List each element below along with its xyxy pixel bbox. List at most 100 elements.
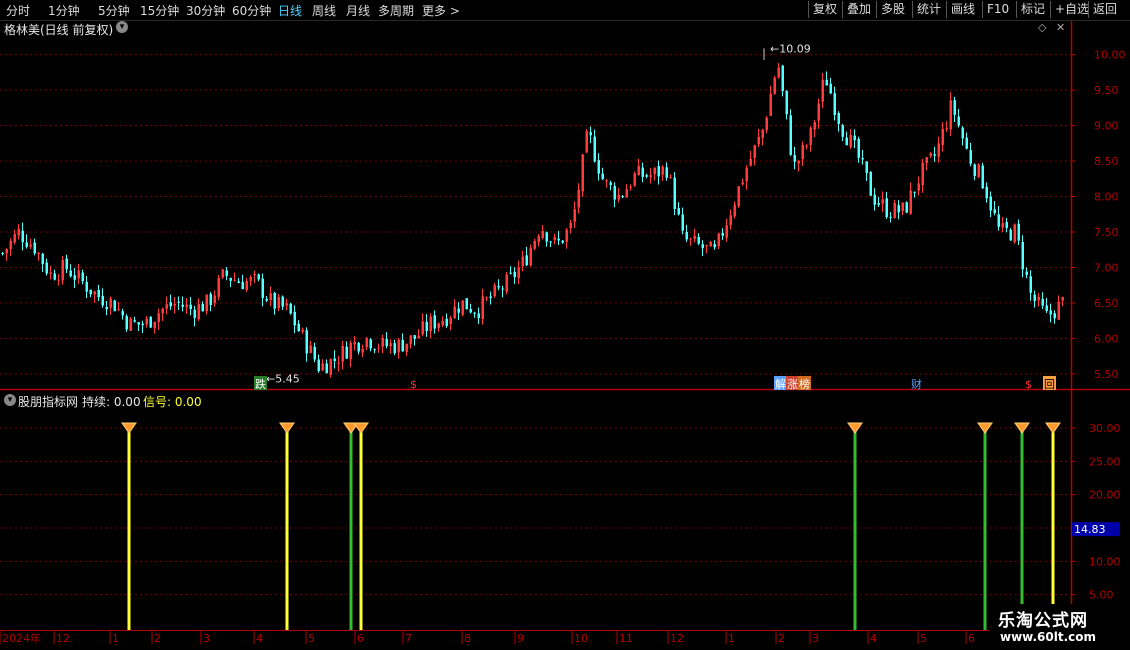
candle-body [901,202,904,212]
candle-body [429,316,432,332]
candle-body [341,345,344,362]
candle-body [933,154,936,156]
candle-body [453,306,456,319]
candle-body [813,122,816,130]
candle-body [113,300,116,312]
watermark: 乐淘公式网 www.60lt.com [990,604,1130,650]
candle-body [549,241,552,243]
candle-body [5,249,8,254]
candle-body [433,315,436,329]
candle-body [201,303,204,312]
y-tick-label: 8.00 [1094,191,1119,204]
signal-bar [983,428,987,630]
candle-body [73,275,76,280]
candle-body [493,285,496,297]
candle-body [689,238,692,240]
candle-body [237,281,240,283]
candle-body [53,273,56,280]
candle-body [849,134,852,148]
candle-body [553,237,556,240]
candle-body [361,348,364,353]
candle-body [897,205,900,213]
candle-body [565,229,568,243]
candle-body [657,166,660,177]
candle-body [41,253,44,265]
candle-body [857,138,860,158]
candle-body [717,233,720,247]
candle-body [105,307,108,310]
candle-body [953,100,956,115]
candle-body [1025,271,1028,275]
candle-body [225,270,228,276]
candle-body [397,339,400,353]
x-tick-label: 9 [517,632,524,645]
candle-body [873,194,876,205]
candle-body [1061,297,1064,301]
candle-body [285,303,288,306]
candle-body [677,208,680,215]
candle-body [721,232,724,236]
y-tick-label: 5.50 [1094,368,1119,381]
candle-body [417,335,420,339]
signal-bar [285,428,289,630]
x-tick-label: 11 [619,632,633,645]
event-tag: 回 [1044,378,1055,391]
x-tick-label: 1 [112,632,119,645]
y-tick-label: 25.00 [1089,455,1121,468]
candle-body [681,214,684,231]
y-tick-label: 10.00 [1094,49,1126,62]
candle-body [1041,298,1044,306]
candle-body [109,298,112,308]
event-tag: $ [410,378,417,391]
candle-body [249,277,252,281]
candle-body [1037,296,1040,301]
candle-body [273,292,276,309]
x-tick-label: 4 [256,632,263,645]
event-tag: 榜 [799,377,810,391]
candle-body [821,79,824,102]
candle-body [181,304,184,307]
candle-body [441,320,444,326]
signal-bar [1051,428,1055,630]
signal-bar [349,428,353,630]
x-tick-label: 2 [778,632,785,645]
candle-body [869,171,872,196]
candle-body [473,312,476,314]
candle-body [245,280,248,290]
candle-body [829,83,832,94]
candle-body [133,320,136,322]
candle-body [457,308,460,313]
low-marker-label: ←5.45 [266,372,300,385]
candle-body [393,343,396,354]
candle-body [905,202,908,213]
candle-body [625,189,628,198]
candle-body [213,295,216,304]
candle-body [913,191,916,193]
candle-body [121,311,124,316]
stock-chart[interactable]: 10.00 9.50 9.00 8.50 8.00 7.50 7.00 6.50 6.00 5.5… [0,0,1130,650]
candle-body [793,154,796,162]
candle-body [537,236,540,243]
candle-body [701,244,704,249]
candle-body [13,234,16,243]
candle-body [645,175,648,177]
candle-body [745,167,748,182]
candle-body [197,304,200,320]
candle-body [1001,223,1004,228]
y-tick-label: 8.50 [1094,155,1119,168]
candle-body [229,277,232,281]
candle-body [981,165,984,189]
event-tag: 财 [911,377,922,391]
candle-body [769,93,772,116]
candle-body [581,154,584,192]
candle-body [461,300,464,315]
candle-body [929,153,932,157]
candle-body [1033,294,1036,302]
candle-body [185,304,188,308]
x-tick-label: 6 [357,632,364,645]
candle-body [577,189,580,208]
candle-body [753,145,756,158]
candle-body [909,190,912,214]
candle-body [321,363,324,371]
candle-body [729,215,732,226]
